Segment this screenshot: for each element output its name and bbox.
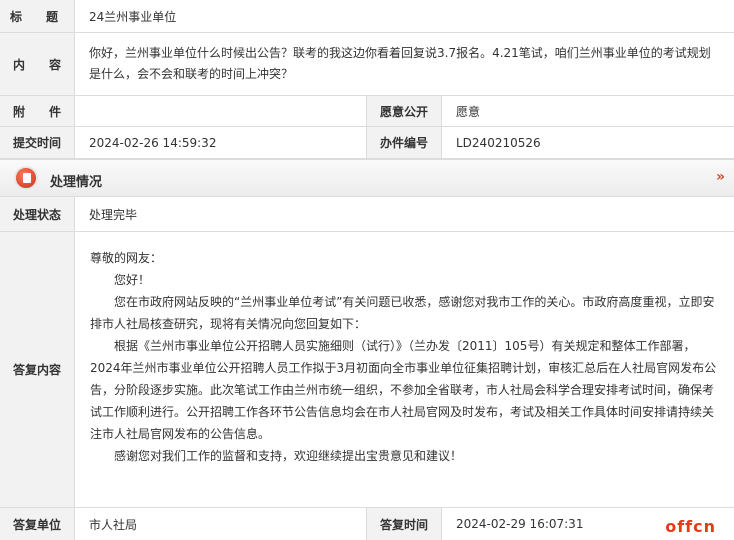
processing-section-header: 处理情况 » (0, 159, 734, 197)
content-value: 你好，兰州事业单位什么时候出公告？联考的我这边你看着回复说3.7报名。4.21笔… (89, 46, 711, 81)
reply-label: 答复内容 (0, 232, 75, 507)
content-label: 内 容 (0, 33, 75, 95)
attachment-label: 附 件 (0, 96, 75, 126)
reply-meta-row: 答复单位 市人社局 答复时间 2024-02-29 16:07:31 (0, 508, 734, 540)
reply-unit-value: 市人社局 (75, 508, 367, 540)
submit-row: 提交时间 2024-02-26 14:59:32 办件编号 LD24021052… (0, 127, 734, 159)
case-no-label: 办件编号 (367, 127, 442, 158)
reply-unit-label-text: 答复单位 (12, 517, 61, 532)
status-row: 处理状态 处理完毕 (0, 197, 734, 232)
watermark: offcn (665, 517, 716, 536)
case-no-label-text: 办件编号 (379, 136, 428, 150)
reply-hello: 您好！ (114, 273, 151, 287)
status-label-text: 处理状态 (12, 207, 61, 222)
reply-body: 尊敬的网友： 您好！ 您在市政府网站反映的“兰州事业单位考试”有关问题已收悉，感… (90, 247, 720, 467)
title-label-text: 标 题 (10, 9, 59, 24)
submit-time-label: 提交时间 (0, 127, 75, 158)
reply-paragraph: 您在市政府网站反映的“兰州事业单位考试”有关问题已收悉，感谢您对我市工作的关心。… (90, 295, 715, 331)
title-label: 标 题 (0, 0, 75, 32)
reply-label-text: 答复内容 (12, 363, 61, 377)
title-row: 标 题 24兰州事业单位 (0, 0, 734, 33)
willing-public-value: 愿意 (456, 104, 481, 119)
reply-time-label: 答复时间 (367, 508, 442, 540)
document-icon (14, 166, 38, 190)
attachment-value (75, 96, 367, 126)
willing-public-label-text: 愿意公开 (379, 104, 428, 119)
attachment-label-text: 附 件 (12, 104, 61, 119)
reply-time-label-text: 答复时间 (379, 517, 428, 532)
reply-paragraph: 根据《兰州市事业单位公开招聘人员实施细则（试行）》（兰办发〔2011〕105号）… (90, 339, 717, 441)
attachment-row: 附 件 愿意公开 愿意 (0, 96, 734, 127)
expand-chevron-icon[interactable]: » (716, 169, 725, 185)
reply-closing: 感谢您对我们工作的监督和支持，欢迎继续提出宝贵意见和建议！ (114, 449, 463, 463)
content-row: 内 容 你好，兰州事业单位什么时候出公告？联考的我这边你看着回复说3.7报名。4… (0, 33, 734, 96)
section-title: 处理情况 (50, 175, 103, 190)
reply-greeting: 尊敬的网友： (90, 251, 163, 265)
status-label: 处理状态 (0, 197, 75, 231)
submit-time-value: 2024-02-26 14:59:32 (75, 127, 367, 158)
reply-unit-label: 答复单位 (0, 508, 75, 540)
case-no-value: LD240210526 (456, 135, 541, 150)
willing-public-label: 愿意公开 (367, 96, 442, 126)
title-value: 24兰州事业单位 (89, 9, 177, 24)
content-label-text: 内 容 (12, 57, 61, 72)
status-value: 处理完毕 (89, 207, 138, 222)
submit-time-label-text: 提交时间 (12, 136, 61, 150)
